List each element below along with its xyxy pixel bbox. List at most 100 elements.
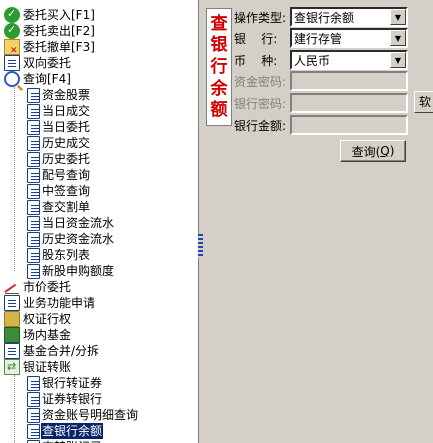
tree-item-label: 新股申购额度 (42, 264, 115, 278)
chevron-down-icon[interactable]: ▼ (390, 9, 406, 25)
tree-item-bank-transfer[interactable]: 银证转账 (4, 359, 72, 375)
tree-item-bank-balance[interactable]: 查银行余额 (26, 423, 104, 439)
currency-value: 人民币 (294, 53, 331, 68)
banner-char: 查 (210, 13, 228, 34)
document-icon (27, 263, 40, 279)
tree-item-holder-list[interactable]: 股东列表 (26, 247, 91, 263)
check-circle-icon (4, 22, 20, 39)
document-icon (27, 199, 40, 215)
bank-select[interactable]: 建行存管 ▼ (290, 28, 408, 48)
tree-item-buy[interactable]: 委托买入[F1] (4, 6, 96, 23)
tree-item-today-flow[interactable]: 当日资金流水 (26, 215, 115, 231)
tree-item-two-way[interactable]: 双向委托 (4, 55, 72, 71)
document-icon (27, 167, 40, 183)
tree-item-cancel[interactable]: 委托撤单[F3] (4, 39, 96, 59)
document-icon (27, 183, 40, 199)
tree-item-allot-query[interactable]: 配号查询 (26, 167, 91, 183)
document-icon (27, 391, 40, 407)
tree-item-label: 资金股票 (42, 88, 91, 102)
banner-char: 行 (210, 56, 228, 77)
tree-item-hist-orders[interactable]: 历史委托 (26, 151, 91, 167)
tree-item-label: 市价委托 (23, 280, 72, 294)
query-button-suffix: ) (389, 144, 395, 158)
tree-item-biz-apply[interactable]: 业务功能申请 (4, 295, 96, 311)
query-button-hotkey: Q (380, 144, 390, 158)
tree-item-label: 配号查询 (42, 168, 91, 182)
bank-amount-input[interactable] (290, 115, 408, 135)
tree-item-label: 历史委托 (42, 152, 91, 166)
tree-item-hist-flow[interactable]: 历史资金流水 (26, 231, 115, 247)
document-icon (27, 375, 40, 391)
tree-item-label: 查询[F4] (23, 72, 71, 86)
tree-item-market-order[interactable]: 市价委托 (4, 279, 72, 295)
tree-item-label: 当日资金流水 (42, 216, 115, 230)
document-icon (4, 343, 20, 359)
tree-item-label: 基金合并/分拆 (23, 344, 100, 358)
banner-char: 余 (210, 78, 228, 99)
tree-item-delivery-query[interactable]: 查交割单 (26, 199, 91, 215)
tree-item-label: 银证转账 (23, 360, 72, 374)
fund-password-input[interactable] (290, 71, 408, 91)
function-tree[interactable]: 委托买入[F1] 委托卖出[F2] 委托撤单[F3] 双向委托查询[F4] 资金股票当日… (0, 0, 198, 443)
key-icon (4, 311, 20, 327)
document-icon (27, 151, 40, 167)
chevron-down-icon[interactable]: ▼ (390, 52, 406, 68)
tree-connector-bank (14, 375, 15, 443)
bank-value: 建行存管 (294, 31, 343, 46)
tree-item-sell[interactable]: 委托卖出[F2] (4, 22, 96, 39)
soft-keyboard-button[interactable]: 软 (414, 91, 433, 113)
tree-item-label: 当日委托 (42, 120, 91, 134)
chart-icon (4, 279, 20, 295)
bank-password-label: 银行密码: (234, 96, 287, 111)
tree-item-sec-to-bank[interactable]: 证券转银行 (26, 391, 103, 407)
tree-item-transfer-query[interactable]: 查转账记录 (26, 439, 103, 443)
fund-password-row: 资金密码: (234, 71, 408, 91)
tree-item-today-orders[interactable]: 当日委托 (26, 119, 91, 135)
bank-transfer-icon (4, 359, 20, 375)
tree-item-lottery-query[interactable]: 中签查询 (26, 183, 91, 199)
tree-item-label: 历史资金流水 (42, 232, 115, 246)
chevron-down-icon[interactable]: ▼ (390, 30, 406, 46)
banner-char: 额 (210, 100, 228, 121)
cancel-order-icon (4, 39, 20, 59)
tree-item-warrant[interactable]: 权证行权 (4, 311, 72, 327)
bank-password-row: 银行密码: (234, 93, 408, 113)
tree-item-label: 委托撤单[F3] (23, 40, 95, 54)
tree-item-label: 银行转证券 (42, 376, 103, 390)
document-icon (27, 231, 40, 247)
fund-password-label: 资金密码: (234, 74, 287, 89)
query-button-text: 查询( (351, 144, 381, 159)
tree-item-label: 业务功能申请 (23, 296, 96, 310)
tree-item-onsite-fund[interactable]: 场内基金 (4, 327, 72, 343)
tree-item-ipo-quota[interactable]: 新股申购额度 (26, 263, 115, 279)
document-icon (27, 439, 40, 443)
tree-item-label: 查交割单 (42, 200, 91, 214)
magnifier-icon (4, 71, 20, 87)
tree-item-label: 历史成交 (42, 136, 91, 150)
op-type-row: 操作类型: 查银行余额 ▼ (234, 7, 408, 27)
op-type-select[interactable]: 查银行余额 ▼ (290, 7, 408, 27)
tree-connector-query (14, 87, 15, 271)
bank-password-input[interactable] (290, 93, 408, 113)
splitter-grip-icon[interactable] (198, 234, 203, 258)
tree-item-acct-detail[interactable]: 资金账号明细查询 (26, 407, 139, 423)
tree-item-label: 委托买入[F1] (23, 8, 95, 22)
tree-item-hist-deals[interactable]: 历史成交 (26, 135, 91, 151)
tree-item-today-deals[interactable]: 当日成交 (26, 103, 91, 119)
tree-item-query[interactable]: 查询[F4] (4, 71, 72, 87)
tree-item-label: 中签查询 (42, 184, 91, 198)
tree-item-bank-to-sec[interactable]: 银行转证券 (26, 375, 103, 391)
currency-row: 币 种: 人民币 ▼ (234, 50, 408, 70)
tree-item-funds-stocks[interactable]: 资金股票 (26, 87, 91, 103)
soft-keyboard-label: 软 (419, 95, 432, 109)
bank-balance-form: 查 银 行 余 额 操作类型: 查银行余额 ▼ 银 行: 建行存管 ▼ 币 种:… (204, 0, 433, 443)
currency-label: 币 种: (234, 53, 278, 68)
query-button[interactable]: 查询(Q) (340, 140, 406, 162)
document-icon (27, 135, 40, 151)
currency-select[interactable]: 人民币 ▼ (290, 50, 408, 70)
bank-amount-row: 银行金额: (234, 115, 408, 135)
document-icon (27, 215, 40, 231)
tree-item-fund-merge[interactable]: 基金合并/分拆 (4, 343, 100, 359)
document-icon (27, 407, 40, 423)
tree-item-label: 权证行权 (23, 312, 72, 326)
